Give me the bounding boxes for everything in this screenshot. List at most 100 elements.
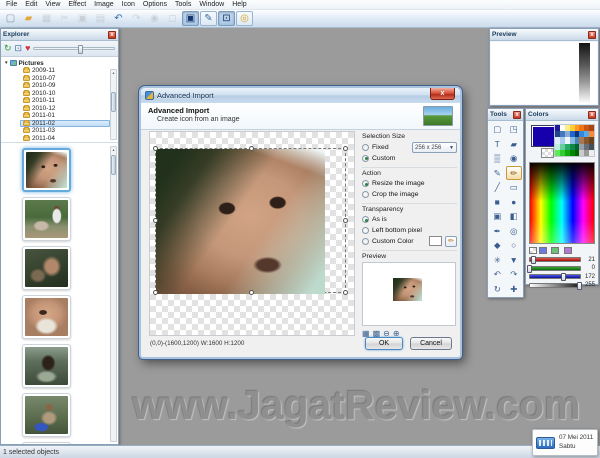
pencil-tool[interactable]: ✏ <box>506 166 523 181</box>
tree-root-pictures[interactable]: ▾ Pictures <box>5 59 110 67</box>
test-icon-button[interactable]: ▣ <box>182 11 199 26</box>
color-picker-tool[interactable]: ✒ <box>489 224 506 239</box>
selection-handle[interactable] <box>249 146 254 151</box>
slider-thumb[interactable] <box>561 273 566 281</box>
folder-2011-04[interactable]: 2011-04 <box>20 135 110 143</box>
alpha-slider[interactable]: 255 <box>529 282 595 289</box>
airbrush-tool[interactable]: ▒ <box>489 151 506 166</box>
menu-help[interactable]: Help <box>228 0 250 10</box>
brush-tool[interactable]: ✎ <box>489 166 506 181</box>
menu-file[interactable]: File <box>2 0 21 10</box>
ellipse-tool[interactable]: ● <box>506 195 523 210</box>
refresh-icon[interactable]: ↻ <box>4 44 12 53</box>
close-icon[interactable]: x <box>108 31 116 39</box>
blur-tool[interactable]: ○ <box>506 238 523 253</box>
blue-slider[interactable]: 172 <box>529 273 595 280</box>
selection-handle[interactable] <box>343 146 348 151</box>
close-icon[interactable]: x <box>588 31 596 39</box>
favorites-icon[interactable]: ♥ <box>25 44 30 53</box>
transparent-swatch-icon[interactable] <box>529 247 537 254</box>
menu-icon[interactable]: Icon <box>118 0 139 10</box>
folder-2010-10[interactable]: 2010-10 <box>20 90 110 98</box>
folder-2011-01[interactable]: 2011-01 <box>20 112 110 120</box>
slider-thumb[interactable] <box>78 45 83 54</box>
green-slider[interactable]: 0 <box>529 265 595 272</box>
red-slider[interactable]: 21 <box>529 256 595 263</box>
background-color-swatch[interactable] <box>541 148 554 158</box>
copy-button[interactable]: ▣ <box>74 11 91 26</box>
folder-2011-03[interactable]: 2011-03 <box>20 127 110 135</box>
thumbnail-size-slider[interactable] <box>33 47 115 50</box>
folder-2010-07[interactable]: 2010-07 <box>20 75 110 83</box>
eraser-button[interactable]: ◻ <box>164 11 181 26</box>
folder-2009-11[interactable]: 2009-11 <box>20 67 110 75</box>
blue-swatch-icon[interactable] <box>539 247 547 254</box>
curve-tool[interactable]: ↶ <box>489 267 506 282</box>
dialog-titlebar[interactable]: Advanced Import x <box>141 88 460 103</box>
person-closeup-photo[interactable] <box>22 246 71 290</box>
fixed-radio[interactable] <box>362 144 369 151</box>
fill-tool[interactable]: ◆ <box>489 238 506 253</box>
folder-2011-02[interactable]: 2011-02 <box>20 120 110 128</box>
menu-window[interactable]: Window <box>195 0 228 10</box>
slider-thumb[interactable] <box>531 256 536 264</box>
menu-image[interactable]: Image <box>90 0 117 10</box>
close-icon[interactable]: x <box>430 88 455 100</box>
selection-handle[interactable] <box>249 290 254 295</box>
family-outdoor-photo[interactable] <box>22 197 71 241</box>
rectangle-tool[interactable]: ■ <box>489 195 506 210</box>
custom-color-radio[interactable] <box>362 238 369 245</box>
cut-button[interactable]: ✂ <box>56 11 73 26</box>
menu-view[interactable]: View <box>41 0 64 10</box>
baby-portrait-photo[interactable] <box>22 295 71 339</box>
menu-edit[interactable]: Edit <box>21 0 41 10</box>
tree-scrollbar[interactable]: ▴ <box>110 69 117 140</box>
zoom-button[interactable]: ◎ <box>236 11 253 26</box>
custom-color-swatch[interactable] <box>429 236 442 246</box>
move-tool[interactable]: ✚ <box>506 282 523 297</box>
folder-2010-09[interactable]: 2010-09 <box>20 82 110 90</box>
redo-button[interactable]: ↷ <box>128 11 145 26</box>
rectangle-select-tool[interactable]: ▢ <box>489 122 506 137</box>
crop-radio[interactable] <box>362 191 369 198</box>
child-playing-photo[interactable] <box>22 393 71 437</box>
text-tool[interactable]: T <box>489 137 506 152</box>
person-indoor-photo[interactable] <box>22 344 71 388</box>
undo-button[interactable]: ↶ <box>110 11 127 26</box>
selection-handle[interactable] <box>153 290 158 295</box>
left-bottom-pixel-radio[interactable] <box>362 227 369 234</box>
selection-rectangle[interactable] <box>155 148 346 293</box>
color-picker-icon[interactable]: ✏ <box>445 236 457 247</box>
palette-color-swatch[interactable] <box>589 150 594 156</box>
eraser-tool[interactable]: ▰ <box>506 137 523 152</box>
arrow-tool[interactable]: ↷ <box>506 267 523 282</box>
folder-2010-12[interactable]: 2010-12 <box>20 105 110 113</box>
size-dropdown[interactable]: 256 x 256 ▼ <box>412 142 457 153</box>
picture-tool[interactable]: ▣ <box>489 209 506 224</box>
foreground-color-swatch[interactable] <box>531 125 556 147</box>
computer-icon[interactable]: ⊡ <box>15 44 23 53</box>
selection-handle[interactable] <box>153 218 158 223</box>
crop-tool[interactable]: ◳ <box>506 122 523 137</box>
close-icon[interactable]: x <box>588 111 596 119</box>
import-image-area[interactable] <box>149 131 355 336</box>
violet-swatch-icon[interactable] <box>564 247 572 254</box>
green-swatch-icon[interactable] <box>551 247 559 254</box>
color-spectrum[interactable] <box>529 162 595 244</box>
expander-icon[interactable]: ▾ <box>5 60 8 66</box>
resize-radio[interactable] <box>362 180 369 187</box>
scrollbar-thumb[interactable] <box>111 155 116 175</box>
rounded-rectangle-tool[interactable]: ▭ <box>506 180 523 195</box>
as-is-radio[interactable] <box>362 216 369 223</box>
drop-tool[interactable]: ▼ <box>506 253 523 268</box>
slider-thumb[interactable] <box>577 282 582 290</box>
rotate-tool[interactable]: ↻ <box>489 282 506 297</box>
slider-thumb[interactable] <box>527 265 532 273</box>
frame-tool[interactable]: ◧ <box>506 209 523 224</box>
draw-button[interactable]: ✎ <box>200 11 217 26</box>
magic-wand-tool[interactable]: ✳ <box>489 253 506 268</box>
new-button[interactable]: ▢ <box>2 11 19 26</box>
menu-effect[interactable]: Effect <box>64 0 90 10</box>
menu-options[interactable]: Options <box>139 0 171 10</box>
save-button[interactable]: ▦ <box>38 11 55 26</box>
